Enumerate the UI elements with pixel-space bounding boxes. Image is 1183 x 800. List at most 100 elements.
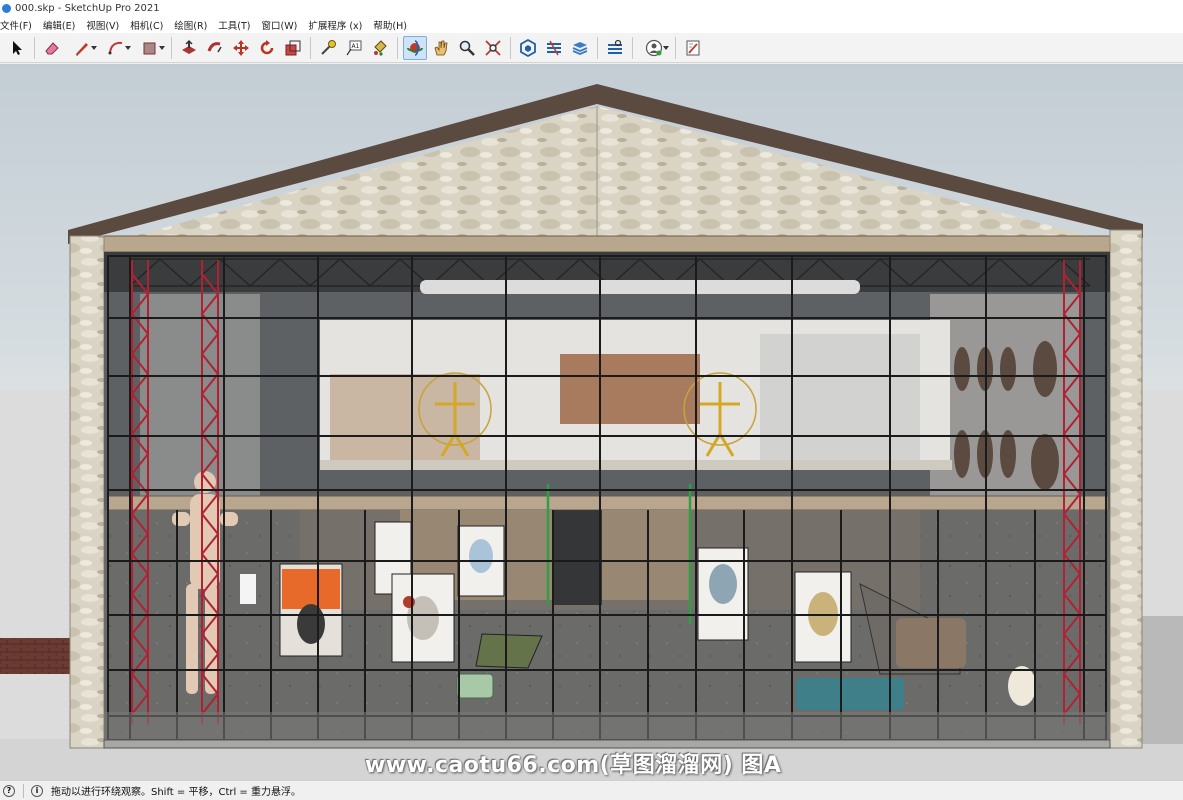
gable-wall: [120, 106, 1090, 240]
text-icon: A1: [346, 40, 362, 55]
extension-manager-icon: [608, 39, 622, 54]
toolbar-separator: [397, 36, 398, 59]
toolbar-separator: [632, 36, 633, 59]
svg-text:A1: A1: [352, 43, 360, 50]
mezzanine-slab: [320, 460, 952, 470]
account-button[interactable]: [638, 36, 670, 60]
toolbar-separator: [675, 36, 676, 59]
layout-send-button[interactable]: [568, 36, 592, 60]
report-problem-button[interactable]: [681, 36, 705, 60]
extension-warehouse-button[interactable]: [542, 36, 566, 60]
orbit-icon: [407, 39, 423, 56]
mid-beam: [107, 495, 1109, 511]
select-tool-button[interactable]: [5, 36, 29, 60]
eraser-icon: [45, 41, 59, 54]
report-icon: [686, 40, 700, 55]
text-tool-button[interactable]: A1: [342, 36, 366, 60]
3d-warehouse-button[interactable]: [516, 36, 540, 60]
rotate-icon: [260, 39, 274, 54]
orbit-tool-button[interactable]: [403, 35, 427, 60]
status-divider: [23, 783, 24, 798]
poster-3-dot: [403, 596, 415, 608]
arrow-cursor-icon: [13, 40, 22, 55]
menu-tools[interactable]: 工具(T): [218, 18, 255, 32]
poster-1-face: [297, 604, 325, 644]
zoom-extents-icon: [485, 39, 501, 56]
push-pull-icon: [182, 39, 196, 54]
geo-location-icon[interactable]: ?: [3, 784, 15, 797]
status-bar: ? i 拖动以进行环绕观察。Shift = 平移，Ctrl = 重力悬浮。: [0, 780, 1183, 800]
menu-window[interactable]: 窗口(W): [262, 18, 303, 32]
sculpture-stand: [1008, 666, 1036, 706]
poster-5-face: [709, 564, 737, 604]
wall-bust: [240, 574, 256, 604]
shape-tool-button[interactable]: [134, 36, 166, 60]
extension-warehouse-icon: [547, 40, 561, 55]
rectangle-icon: [143, 42, 156, 54]
tall-shelf: [552, 510, 602, 605]
layout-icon: [572, 41, 588, 55]
dropdown-caret-icon: [125, 45, 131, 50]
follow-me-icon: [207, 41, 222, 52]
menu-draw[interactable]: 绘图(R): [174, 18, 212, 32]
info-icon[interactable]: i: [31, 784, 43, 797]
poster-1-accent: [282, 569, 340, 609]
menu-view[interactable]: 视图(V): [86, 18, 124, 32]
menu-edit[interactable]: 编辑(E): [43, 18, 80, 32]
paint-bucket-icon: [374, 39, 387, 56]
scale-tool-button[interactable]: [281, 36, 305, 60]
ventilation-duct: [420, 280, 860, 294]
user-account-icon: [645, 39, 663, 56]
dropdown-caret-icon: [663, 45, 669, 50]
watermark-text: www.caotu66.com(草图溜溜网) 图A: [365, 753, 782, 778]
dropdown-caret-icon: [91, 45, 97, 50]
tape-measure-icon: [321, 39, 336, 55]
toolbar-separator: [171, 36, 172, 59]
sketchup-app-icon: [2, 4, 11, 13]
magnifier-icon: [459, 40, 475, 56]
rotate-tool-button[interactable]: [255, 36, 279, 60]
line-tool-button[interactable]: [66, 36, 98, 60]
warehouse-icon: [520, 38, 536, 57]
menu-camera[interactable]: 相机(C): [130, 18, 168, 32]
arc-tool-button[interactable]: [100, 36, 132, 60]
left-pillar: [69, 235, 105, 749]
follow-me-tool-button[interactable]: [203, 36, 227, 60]
toolbar-separator: [310, 36, 311, 59]
menu-extensions[interactable]: 扩展程序 (x): [308, 18, 367, 32]
zoom-extents-tool-button[interactable]: [481, 36, 505, 60]
sketchup-window: 000.skp - SketchUp Pro 2021 文件(F) 编辑(E) …: [0, 0, 1183, 800]
arc-icon: [108, 41, 123, 54]
wood-slat-feature: [560, 354, 700, 424]
window-title: 000.skp - SketchUp Pro 2021: [15, 3, 160, 14]
zoom-tool-button[interactable]: [455, 36, 479, 60]
move-icon: [233, 39, 249, 56]
poster-4-face: [469, 539, 493, 573]
top-beam: [103, 235, 1111, 253]
brick-wall-left: [0, 638, 74, 674]
mezzanine-wall-art: [330, 374, 480, 464]
curved-counter: [896, 618, 966, 668]
floor-base: [104, 712, 1110, 740]
building-model: [0, 84, 1183, 780]
pencil-icon: [76, 42, 88, 56]
eraser-tool-button[interactable]: [40, 36, 64, 60]
tape-measure-tool-button[interactable]: [316, 36, 340, 60]
menu-file[interactable]: 文件(F): [0, 18, 37, 32]
paint-bucket-tool-button[interactable]: [368, 36, 392, 60]
hand-icon: [434, 40, 448, 55]
pan-tool-button[interactable]: [429, 36, 453, 60]
model-viewport[interactable]: www.caotu66.com(草图溜溜网) 图A: [0, 64, 1183, 780]
extension-manager-button[interactable]: [603, 36, 627, 60]
title-bar: 000.skp - SketchUp Pro 2021: [0, 0, 1183, 17]
adjacent-slab: [1140, 616, 1183, 744]
green-ottoman: [456, 673, 494, 699]
right-pillar: [1109, 229, 1143, 749]
toolbar-separator: [597, 36, 598, 59]
toolbar-separator: [510, 36, 511, 59]
toolbar: A1: [0, 33, 1183, 63]
menu-bar: 文件(F) 编辑(E) 视图(V) 相机(C) 绘图(R) 工具(T) 窗口(W…: [0, 17, 1183, 33]
menu-help[interactable]: 帮助(H): [373, 18, 412, 32]
push-pull-tool-button[interactable]: [177, 36, 201, 60]
move-tool-button[interactable]: [229, 36, 253, 60]
